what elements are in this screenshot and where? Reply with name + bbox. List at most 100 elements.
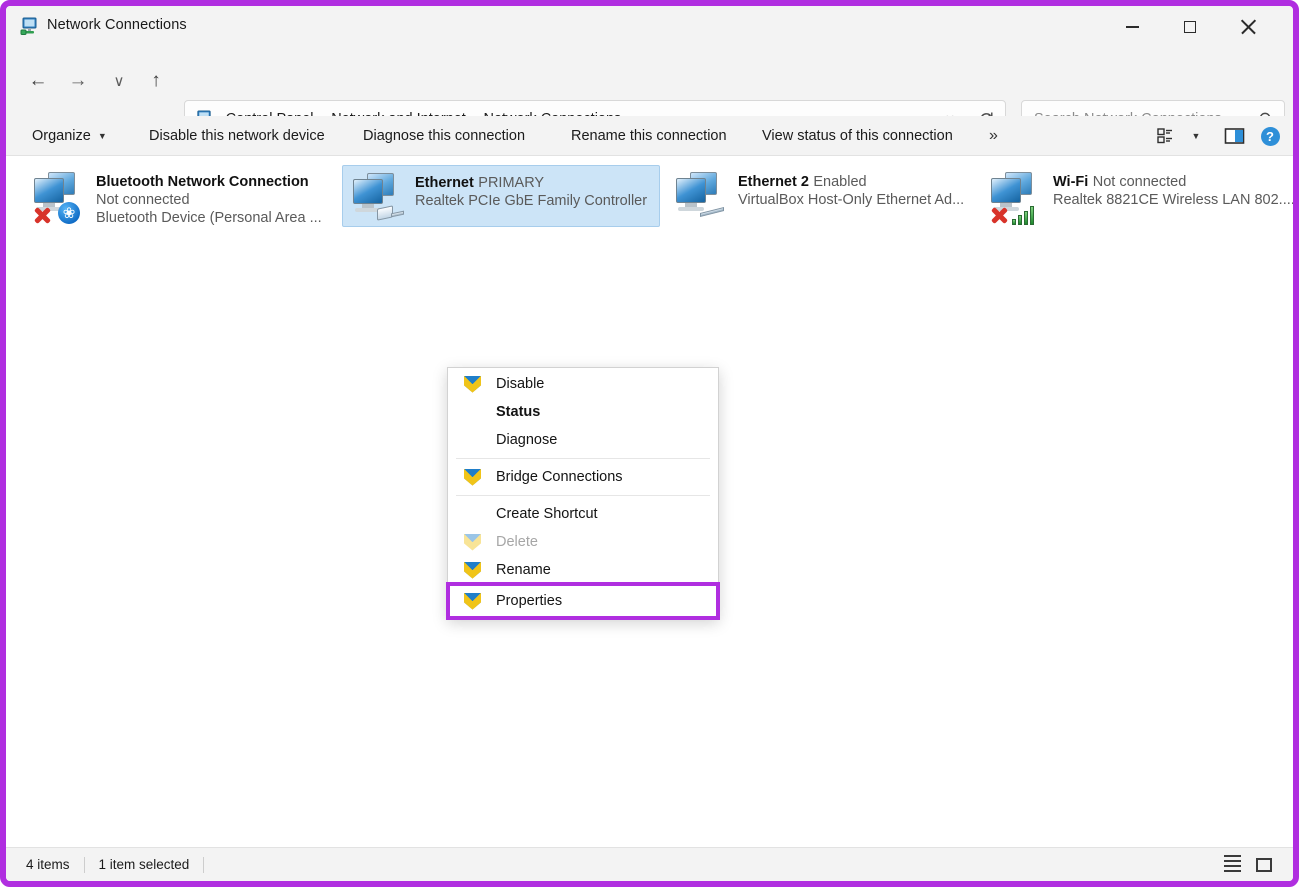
signal-bars-icon <box>1012 201 1038 225</box>
arrow-up-icon: ↑ <box>151 70 161 92</box>
change-view-icon <box>1157 127 1175 145</box>
network-connections-window: Network Connections ← → ∨ ↑ <box>0 0 1299 887</box>
diagnose-connection-button[interactable]: Diagnose this connection <box>355 116 533 156</box>
connection-item-bluetooth[interactable]: ❀ Bluetooth Network Connection Not conne… <box>24 165 342 227</box>
context-menu-separator <box>456 458 710 459</box>
connection-status: Not connected <box>1093 174 1187 190</box>
details-view-button[interactable] <box>1217 852 1247 878</box>
overflow-chevron-button[interactable]: » <box>981 116 1006 156</box>
diagnose-connection-label: Diagnose this connection <box>363 128 525 144</box>
chevron-down-icon: ▼ <box>98 131 107 141</box>
connection-name: Bluetooth Network Connection <box>96 174 309 190</box>
preview-pane-icon <box>1224 127 1245 145</box>
connection-item-wifi[interactable]: Wi-Fi Not connected Realtek 8821CE Wirel… <box>981 165 1299 227</box>
command-bar: Organize ▼ Disable this network device D… <box>6 116 1293 156</box>
network-adapter-icon <box>674 172 734 226</box>
arrow-right-icon: → <box>69 70 88 92</box>
item-count-label: 4 items <box>26 857 70 872</box>
connection-item-ethernet-2[interactable]: Ethernet 2 Enabled VirtualBox Host-Only … <box>666 165 984 227</box>
uac-shield-icon <box>464 562 481 579</box>
context-menu-label: Disable <box>496 376 544 392</box>
disable-network-device-button[interactable]: Disable this network device <box>141 116 333 156</box>
address-bar-row: ← → ∨ ↑ › Control Panel › Netw <box>6 48 1293 116</box>
connection-status: Enabled <box>813 174 866 190</box>
title-bar: Network Connections <box>6 6 1293 48</box>
uac-shield-icon <box>464 376 481 393</box>
large-icons-view-icon <box>1256 858 1272 872</box>
uac-shield-icon <box>464 534 481 551</box>
rename-connection-button[interactable]: Rename this connection <box>563 116 735 156</box>
network-cable-icon <box>700 205 726 219</box>
maximize-button[interactable] <box>1167 6 1213 48</box>
network-adapter-icon: ❀ <box>32 172 92 226</box>
connection-item-ethernet[interactable]: Ethernet PRIMARY Realtek PCIe GbE Family… <box>342 165 660 227</box>
rename-connection-label: Rename this connection <box>571 128 727 144</box>
connection-device: Realtek PCIe GbE Family Controller <box>415 193 647 209</box>
minimize-icon <box>1126 26 1139 28</box>
recent-locations-button[interactable]: ∨ <box>102 64 136 98</box>
connection-status: PRIMARY <box>478 175 544 191</box>
context-menu-item-status[interactable]: Status <box>448 398 718 426</box>
disable-device-label: Disable this network device <box>149 128 325 144</box>
uac-shield-icon <box>464 469 481 486</box>
chevron-down-icon: ∨ <box>114 72 125 90</box>
back-button[interactable]: ← <box>21 64 55 98</box>
window-title: Network Connections <box>47 17 187 33</box>
details-view-icon <box>1224 855 1241 875</box>
connection-device: Realtek 8821CE Wireless LAN 802.... <box>1053 192 1293 208</box>
change-view-button[interactable] <box>1151 116 1181 156</box>
organize-label: Organize <box>32 128 91 144</box>
view-status-button[interactable]: View status of this connection <box>754 116 961 156</box>
up-button[interactable]: ↑ <box>139 64 173 98</box>
minimize-button[interactable] <box>1109 6 1155 48</box>
context-menu-label: Status <box>496 404 540 420</box>
close-button[interactable] <box>1225 6 1271 48</box>
connection-name: Wi-Fi <box>1053 174 1088 190</box>
context-menu-label: Rename <box>496 562 551 578</box>
preview-pane-button[interactable] <box>1219 116 1249 156</box>
arrow-left-icon: ← <box>29 70 48 92</box>
context-menu-item-diagnose[interactable]: Diagnose <box>448 426 718 454</box>
network-adapter-icon <box>351 173 411 227</box>
network-connections-icon <box>20 17 39 36</box>
context-menu-item-delete: Delete <box>448 528 718 556</box>
help-button[interactable]: ? <box>1255 116 1285 156</box>
chevron-down-icon: ▼ <box>1192 131 1201 141</box>
connections-list: ❀ Bluetooth Network Connection Not conne… <box>6 156 1293 853</box>
status-divider <box>84 857 85 873</box>
connection-name: Ethernet <box>415 175 474 191</box>
network-adapter-icon <box>989 172 1049 226</box>
large-icons-view-button[interactable] <box>1249 852 1279 878</box>
forward-button[interactable]: → <box>61 64 95 98</box>
disconnected-x-icon <box>32 204 52 224</box>
connection-status: Not connected <box>96 192 190 208</box>
context-menu-item-disable[interactable]: Disable <box>448 370 718 398</box>
context-menu-label: Bridge Connections <box>496 469 623 485</box>
status-bar: 4 items 1 item selected <box>6 847 1293 881</box>
context-menu-label: Properties <box>496 593 562 609</box>
view-status-label: View status of this connection <box>762 128 953 144</box>
ethernet-plug-icon <box>375 203 405 223</box>
context-menu-label: Diagnose <box>496 432 557 448</box>
context-menu-label: Create Shortcut <box>496 506 598 522</box>
change-view-dropdown[interactable]: ▼ <box>1185 116 1207 156</box>
maximize-icon <box>1184 21 1196 33</box>
context-menu: Disable Status Diagnose Bridge Connectio… <box>447 367 719 619</box>
context-menu-label: Delete <box>496 534 538 550</box>
bluetooth-icon: ❀ <box>58 202 80 224</box>
organize-button[interactable]: Organize ▼ <box>24 116 115 156</box>
status-divider <box>203 857 204 873</box>
context-menu-item-rename[interactable]: Rename <box>448 556 718 584</box>
double-chevron-icon: » <box>989 127 998 145</box>
context-menu-separator <box>456 495 710 496</box>
context-menu-item-create-shortcut[interactable]: Create Shortcut <box>448 500 718 528</box>
disconnected-x-icon <box>989 204 1009 224</box>
question-mark-icon: ? <box>1261 127 1280 146</box>
connection-name: Ethernet 2 <box>738 174 809 190</box>
close-icon <box>1240 19 1256 35</box>
uac-shield-icon <box>464 593 481 610</box>
context-menu-item-bridge-connections[interactable]: Bridge Connections <box>448 463 718 491</box>
connection-device: Bluetooth Device (Personal Area ... <box>96 210 322 226</box>
context-menu-item-properties[interactable]: Properties <box>448 584 718 618</box>
connection-device: VirtualBox Host-Only Ethernet Ad... <box>738 192 964 208</box>
